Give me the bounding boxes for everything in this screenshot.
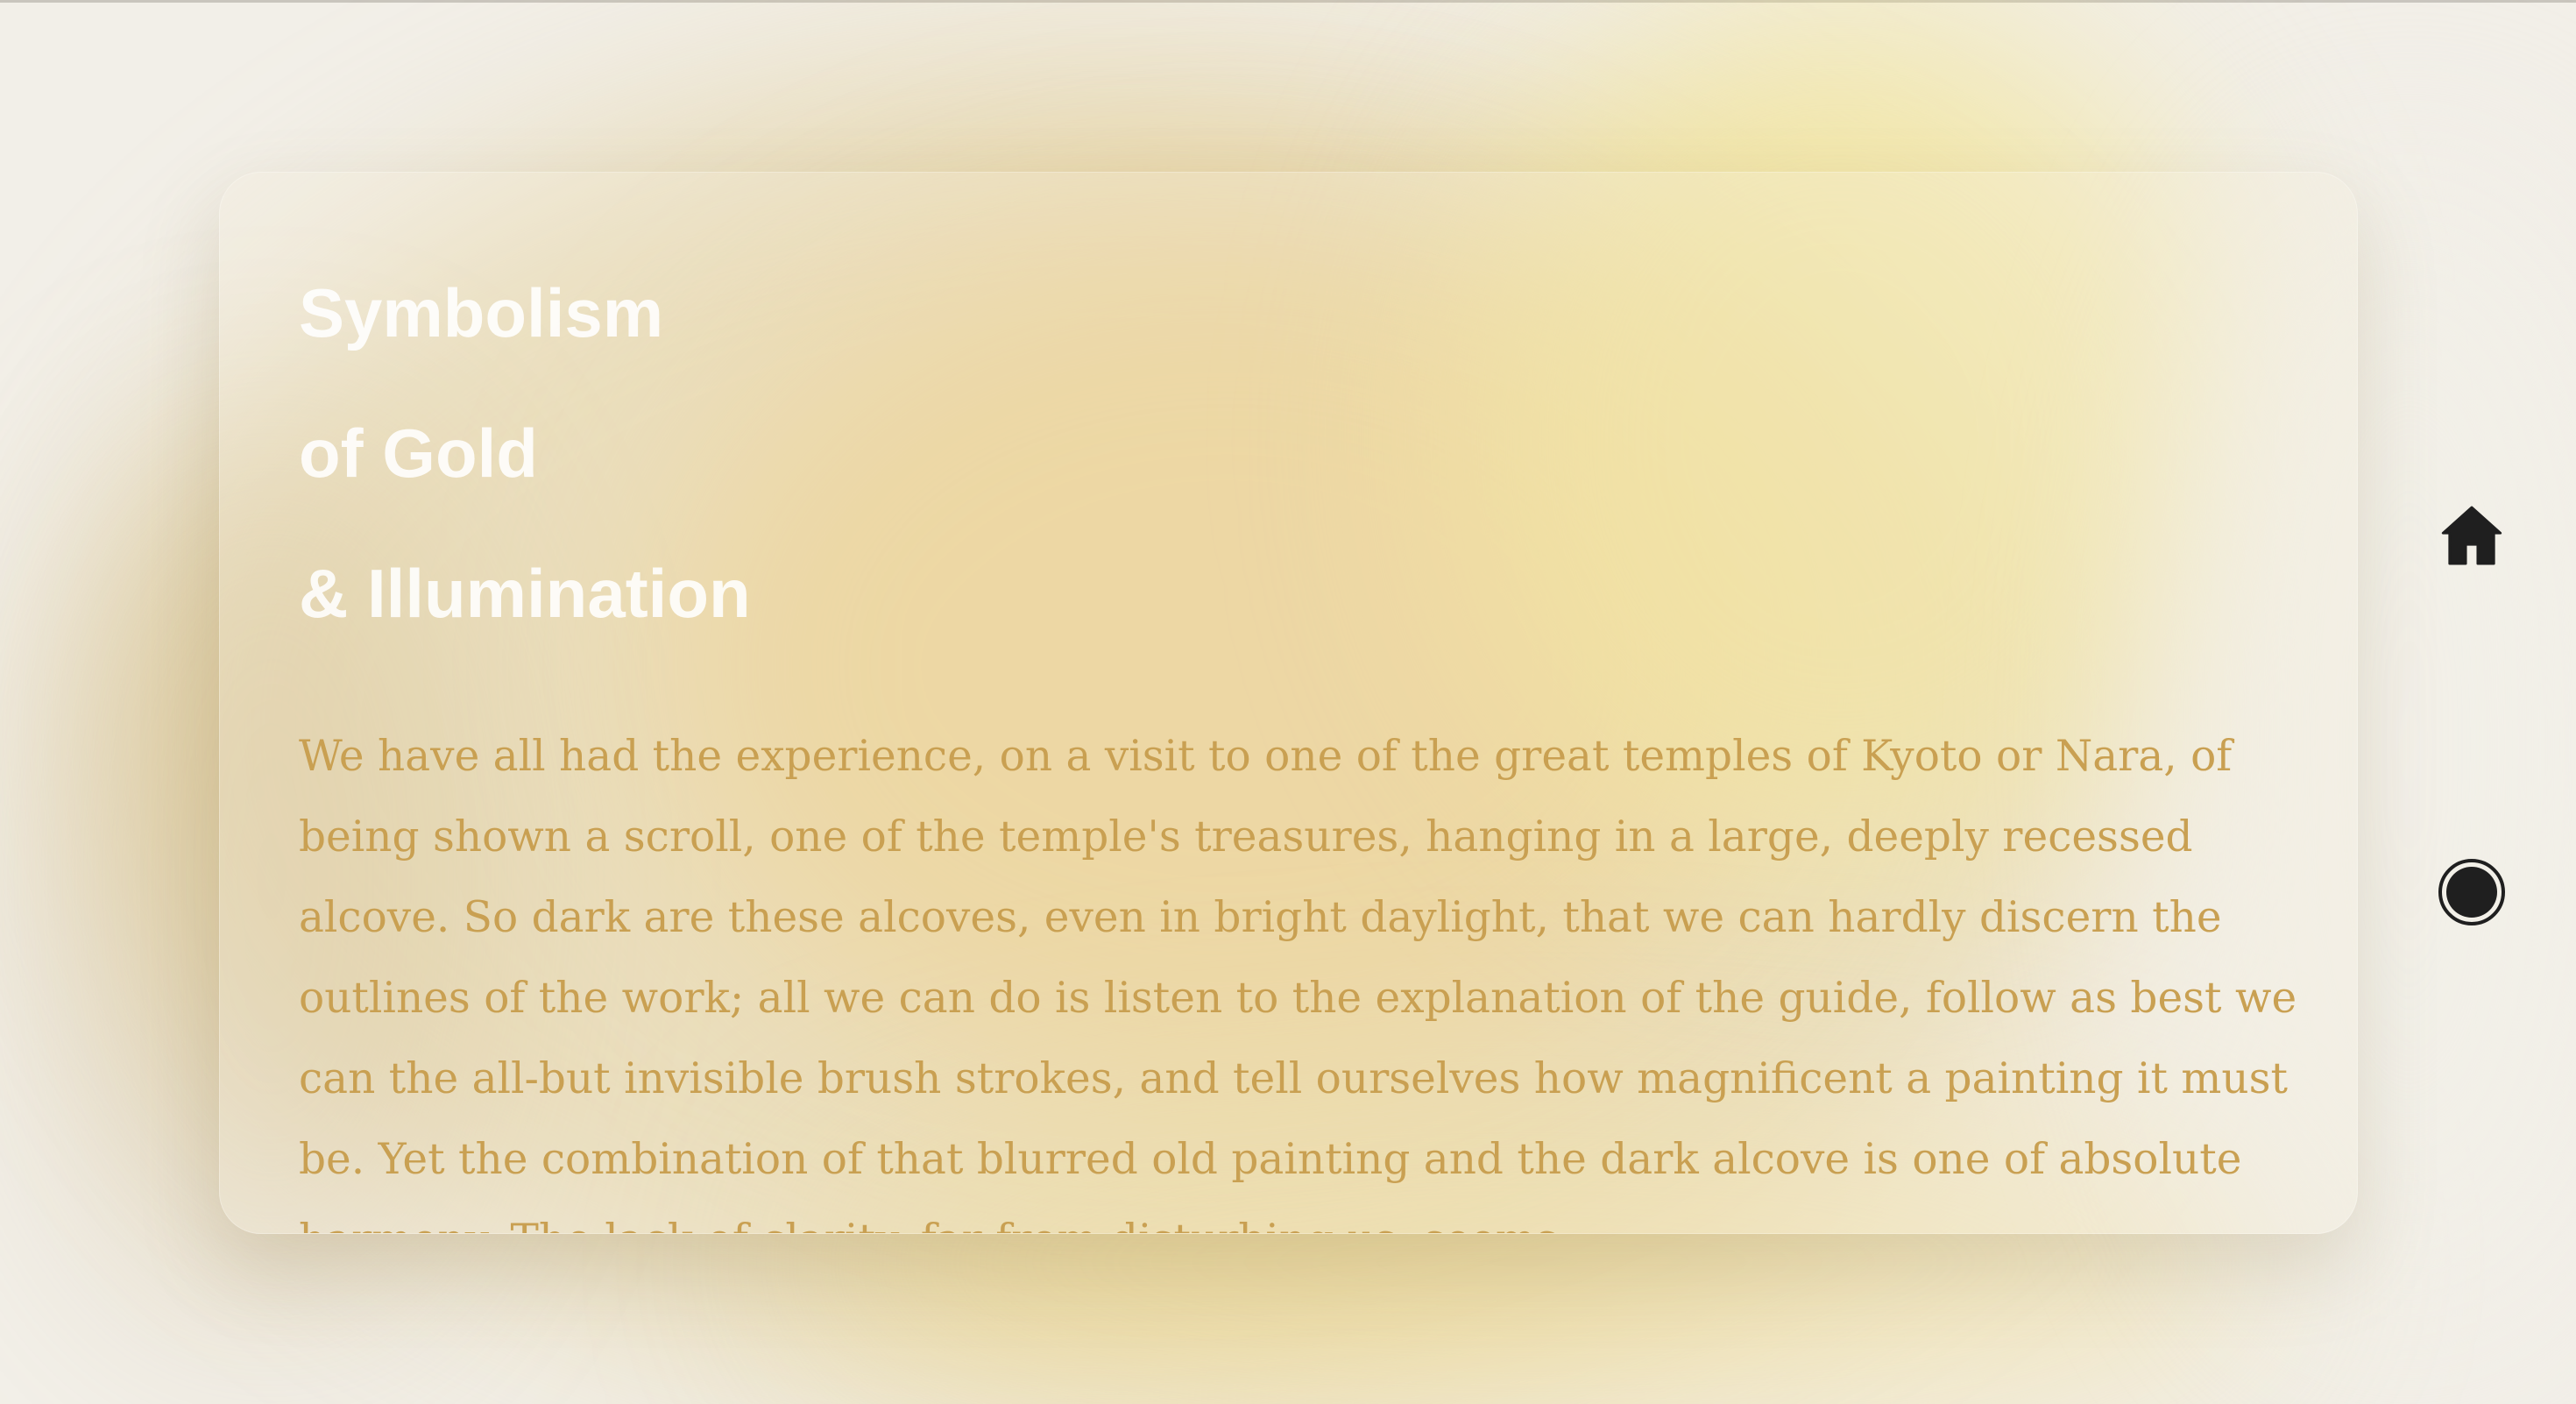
title-line: Symbolism [299, 274, 664, 351]
article-title: Symbolism of Gold & Illumination [299, 243, 2278, 663]
home-button[interactable] [2436, 500, 2508, 571]
circle-dot-icon [2438, 859, 2505, 925]
record-button[interactable] [2437, 857, 2507, 927]
home-icon [2441, 506, 2502, 565]
article-card: Symbolism of Gold & Illumination We have… [219, 172, 2358, 1234]
article-body: We have all had the experience, on a vis… [299, 732, 2297, 1233]
title-line: of Gold [299, 415, 538, 492]
title-line: & Illumination [299, 555, 751, 632]
